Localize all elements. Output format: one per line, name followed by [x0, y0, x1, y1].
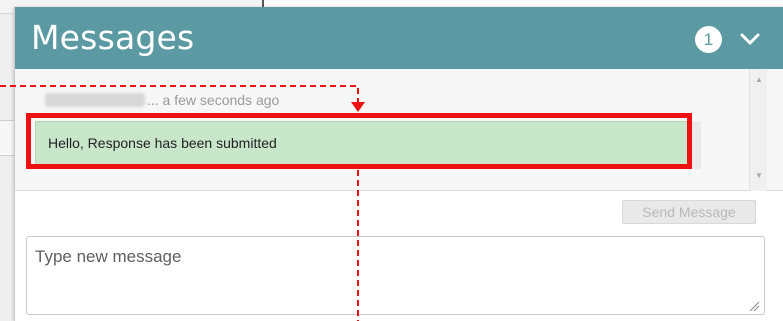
message-timestamp: ... a few seconds ago — [147, 92, 280, 108]
sender-name-redacted — [45, 93, 145, 107]
message-bubble-edge — [691, 121, 701, 169]
resize-grip-icon[interactable] — [748, 300, 760, 312]
message-meta: ... a few seconds ago — [45, 92, 279, 108]
chevron-down-icon[interactable] — [739, 29, 761, 49]
unread-count-badge: 1 — [695, 26, 722, 53]
scroll-down-arrow-icon[interactable]: ▼ — [754, 171, 764, 181]
send-message-button[interactable]: Send Message — [622, 200, 756, 224]
messages-panel-header[interactable]: Messages 1 — [15, 7, 783, 69]
scroll-up-arrow-icon[interactable]: ▲ — [754, 75, 764, 85]
new-message-input[interactable] — [26, 236, 765, 315]
message-list-scrollbar[interactable]: ▲ ▼ — [749, 69, 767, 191]
panel-title: Messages — [31, 18, 195, 57]
highlight-annotation — [26, 113, 692, 169]
background-page-fragment — [0, 14, 14, 321]
